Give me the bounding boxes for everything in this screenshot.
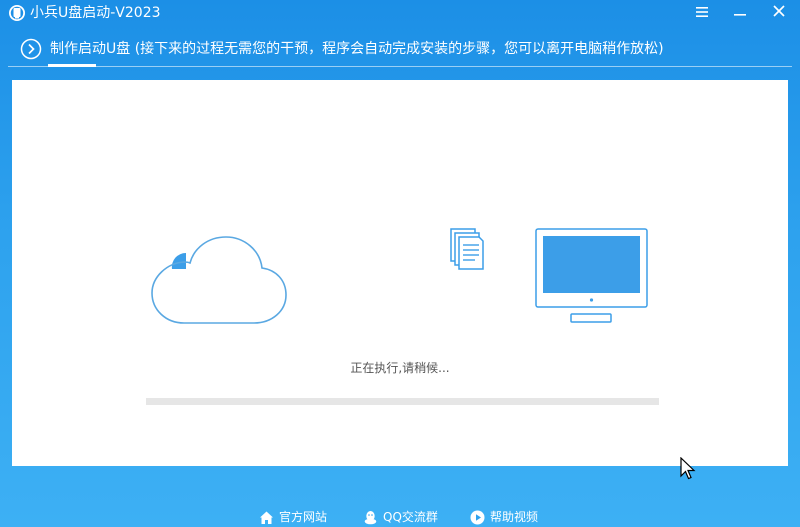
step-header: 制作启动U盘 (接下来的过程无需您的干预，程序会自动完成安装的步骤，您可以离开电… xyxy=(0,36,800,64)
chevron-right-circle-icon xyxy=(20,38,42,60)
help-video-label: 帮助视频 xyxy=(490,510,539,524)
cloud-icon xyxy=(151,236,287,324)
status-message: 正在执行,请稍候... xyxy=(350,361,450,375)
window-title: 小兵U盘启动-V2023 xyxy=(30,5,161,21)
close-icon xyxy=(773,5,785,17)
close-button[interactable] xyxy=(767,2,791,22)
mouse-cursor-icon xyxy=(680,457,696,480)
official-website-link[interactable]: 官方网站 xyxy=(259,508,339,526)
qq-group-link[interactable]: QQ交流群 xyxy=(363,508,453,526)
minimize-button[interactable] xyxy=(728,2,752,22)
header-divider xyxy=(8,66,792,67)
qq-group-label: QQ交流群 xyxy=(383,510,438,524)
active-step-indicator xyxy=(48,64,96,67)
play-circle-icon xyxy=(470,510,485,525)
app-logo-icon xyxy=(9,5,25,21)
document-icon xyxy=(450,228,484,270)
qq-penguin-icon xyxy=(364,511,377,525)
official-website-label: 官方网站 xyxy=(279,510,328,524)
step-description: 制作启动U盘 (接下来的过程无需您的干预，程序会自动完成安装的步骤，您可以离开电… xyxy=(50,41,664,57)
app-window: 小兵U盘启动-V2023 制作启动U盘 (接下来的过程无需您的干预，程序会自动完… xyxy=(0,0,800,527)
monitor-icon xyxy=(535,228,648,323)
content-panel: 正在执行,请稍候... xyxy=(12,80,788,466)
minimize-icon xyxy=(734,14,746,16)
help-video-link[interactable]: 帮助视频 xyxy=(470,508,550,526)
progress-bar xyxy=(146,398,659,405)
menu-icon xyxy=(696,7,708,17)
title-bar: 小兵U盘启动-V2023 xyxy=(0,0,800,26)
home-icon xyxy=(260,511,273,524)
menu-button[interactable] xyxy=(690,2,714,22)
